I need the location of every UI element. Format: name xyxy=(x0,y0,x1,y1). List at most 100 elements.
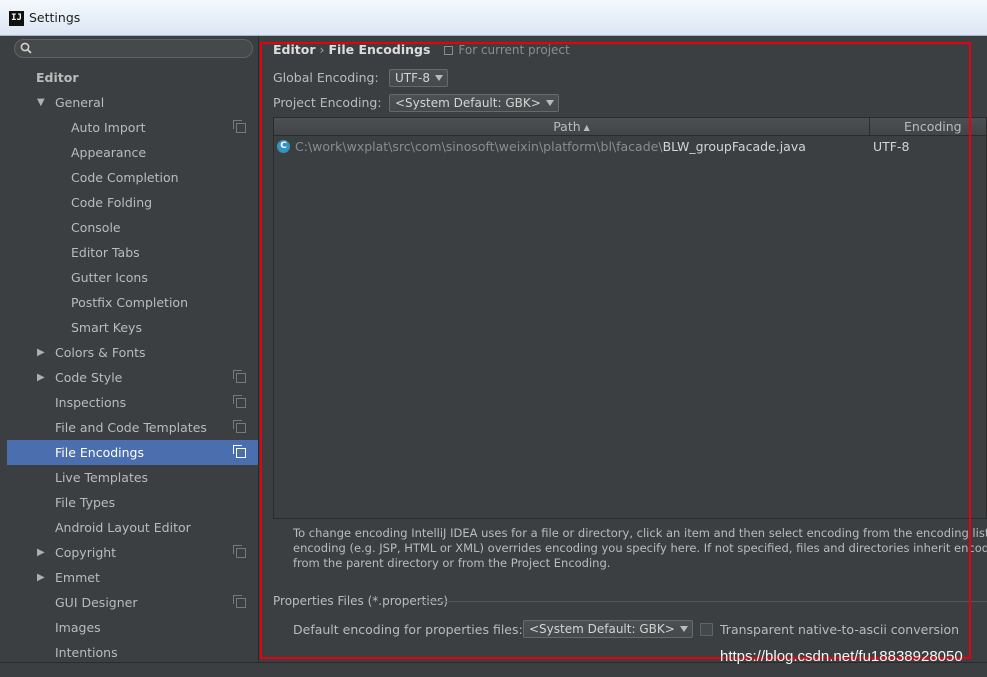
breadcrumb-separator: › xyxy=(319,42,325,57)
project-scope-icon xyxy=(233,595,246,608)
section-divider xyxy=(418,601,987,602)
sort-ascending-icon: ▲ xyxy=(583,123,590,132)
sidebar-item-gutter-icons[interactable]: Gutter Icons xyxy=(7,265,258,290)
sidebar-item-file-and-code-templates[interactable]: File and Code Templates xyxy=(7,415,258,440)
sidebar-item-label: Gutter Icons xyxy=(71,270,148,285)
sidebar-item-label: Live Templates xyxy=(55,470,149,485)
project-encoding-label: Project Encoding: xyxy=(273,95,382,110)
sidebar-item-auto-import[interactable]: Auto Import xyxy=(7,115,258,140)
sidebar-item-android-layout-editor[interactable]: Android Layout Editor xyxy=(7,515,258,540)
sidebar-item-intentions[interactable]: Intentions xyxy=(7,640,258,663)
java-class-icon: C xyxy=(277,140,290,153)
global-encoding-label: Global Encoding: xyxy=(273,70,379,85)
sidebar-item-general[interactable]: ▼ General xyxy=(7,90,258,115)
column-header-path-label: Path xyxy=(553,119,581,134)
chevron-down-icon xyxy=(434,75,443,81)
properties-encoding-value: <System Default: GBK> xyxy=(529,622,675,636)
sidebar-item-copyright[interactable]: ▶ Copyright xyxy=(7,540,258,565)
sidebar-item-console[interactable]: Console xyxy=(7,215,258,240)
sidebar-item-label: Colors & Fonts xyxy=(55,345,146,360)
project-scope-icon xyxy=(233,445,246,458)
sidebar-item-label: Code Folding xyxy=(71,195,153,210)
path-cell: C:\work\wxplat\src\com\sinosoft\weixin\p… xyxy=(295,137,806,157)
sidebar-item-label: Code Completion xyxy=(71,170,179,185)
global-encoding-value: UTF-8 xyxy=(395,71,430,85)
table-row[interactable]: C C:\work\wxplat\src\com\sinosoft\weixin… xyxy=(274,137,986,157)
project-scope-icon xyxy=(233,420,246,433)
sidebar-item-label: GUI Designer xyxy=(55,595,138,610)
settings-content: Editor › File Encodings For current projec… xyxy=(263,36,987,677)
sidebar-item-label: Intentions xyxy=(55,645,118,660)
encoding-help-text: To change encoding IntelliJ IDEA uses fo… xyxy=(293,526,987,571)
project-encoding-select[interactable]: <System Default: GBK> xyxy=(389,94,559,112)
sidebar-item-gui-designer[interactable]: GUI Designer xyxy=(7,590,258,615)
scope-note: For current project xyxy=(444,43,570,57)
sidebar-item-label: Smart Keys xyxy=(71,320,142,335)
sidebar-item-code-style[interactable]: ▶ Code Style xyxy=(7,365,258,390)
sidebar-item-label: Postfix Completion xyxy=(71,295,188,310)
column-header-encoding[interactable]: Encoding xyxy=(870,118,986,136)
intellij-icon: IJ xyxy=(9,11,24,26)
collapsed-arrow-icon[interactable]: ▶ xyxy=(37,565,45,590)
sidebar-item-emmet[interactable]: ▶ Emmet xyxy=(7,565,258,590)
sidebar-item-label: Code Style xyxy=(55,370,123,385)
sidebar-item-label: Auto Import xyxy=(71,120,146,135)
sidebar-item-label: Copyright xyxy=(55,545,117,560)
collapsed-arrow-icon[interactable]: ▶ xyxy=(37,340,45,365)
settings-sidebar: Editor ▼ General Auto Import Appearance Code … xyxy=(7,36,259,663)
breadcrumb: Editor › File Encodings For current projec… xyxy=(273,42,570,57)
sidebar-item-label: Images xyxy=(55,620,101,635)
sidebar-item-label: File Types xyxy=(55,495,116,510)
search-icon xyxy=(20,42,32,54)
path-filename: BLW_groupFacade.java xyxy=(662,139,806,154)
sidebar-item-label: File and Code Templates xyxy=(55,420,207,435)
column-header-path[interactable]: Path ▲ xyxy=(274,118,870,136)
global-encoding-select[interactable]: UTF-8 xyxy=(389,69,448,87)
breadcrumb-current: File Encodings xyxy=(328,42,431,57)
native-to-ascii-label[interactable]: Transparent native-to-ascii conversion xyxy=(720,622,959,637)
expanded-arrow-icon[interactable]: ▼ xyxy=(37,90,45,115)
sidebar-item-file-types[interactable]: File Types xyxy=(7,490,258,515)
project-encoding-value: <System Default: GBK> xyxy=(395,96,541,110)
sidebar-item-editor-tabs[interactable]: Editor Tabs xyxy=(7,240,258,265)
project-scope-icon xyxy=(233,395,246,408)
sidebar-item-code-folding[interactable]: Code Folding xyxy=(7,190,258,215)
breadcrumb-parent: Editor xyxy=(273,42,316,57)
sidebar-item-inspections[interactable]: Inspections xyxy=(7,390,258,415)
encoding-cell[interactable]: UTF-8 xyxy=(873,137,909,157)
scope-note-text: For current project xyxy=(458,43,570,57)
properties-encoding-label: Default encoding for properties files: xyxy=(293,622,523,637)
sidebar-item-postfix-completion[interactable]: Postfix Completion xyxy=(7,290,258,315)
sidebar-item-label: Appearance xyxy=(71,145,147,160)
sidebar-item-appearance[interactable]: Appearance xyxy=(7,140,258,165)
help-line: To change encoding IntelliJ IDEA uses fo… xyxy=(293,526,987,540)
sidebar-item-label: File Encodings xyxy=(55,445,145,460)
sidebar-item-label: Android Layout Editor xyxy=(55,520,191,535)
collapsed-arrow-icon[interactable]: ▶ xyxy=(37,540,45,565)
native-to-ascii-checkbox[interactable] xyxy=(700,623,713,636)
sidebar-item-live-templates[interactable]: Live Templates xyxy=(7,465,258,490)
sidebar-item-file-encodings[interactable]: File Encodings xyxy=(7,440,258,465)
path-directory: C:\work\wxplat\src\com\sinosoft\weixin\p… xyxy=(295,139,663,154)
project-scope-icon xyxy=(444,46,454,55)
project-scope-icon xyxy=(233,545,246,558)
sidebar-item-editor[interactable]: Editor xyxy=(7,65,258,90)
sidebar-item-smart-keys[interactable]: Smart Keys xyxy=(7,315,258,340)
sidebar-item-code-completion[interactable]: Code Completion xyxy=(7,165,258,190)
sidebar-item-label: Console xyxy=(71,220,121,235)
search-input[interactable] xyxy=(14,39,253,58)
sidebar-item-label: Editor Tabs xyxy=(71,245,140,260)
help-line: from the parent directory or from the Pr… xyxy=(293,556,611,570)
sidebar-item-label: Emmet xyxy=(55,570,100,585)
chevron-down-icon xyxy=(679,626,688,632)
project-scope-icon xyxy=(233,370,246,383)
sidebar-item-label: General xyxy=(55,95,105,110)
window-title: Settings xyxy=(29,10,81,25)
collapsed-arrow-icon[interactable]: ▶ xyxy=(37,365,45,390)
project-scope-icon xyxy=(233,120,246,133)
sidebar-item-colors-fonts[interactable]: ▶ Colors & Fonts xyxy=(7,340,258,365)
properties-encoding-select[interactable]: <System Default: GBK> xyxy=(523,620,693,638)
sidebar-item-images[interactable]: Images xyxy=(7,615,258,640)
sidebar-item-label: Editor xyxy=(36,70,79,85)
watermark-text: https://blog.csdn.net/fu18838928050 xyxy=(720,648,963,665)
